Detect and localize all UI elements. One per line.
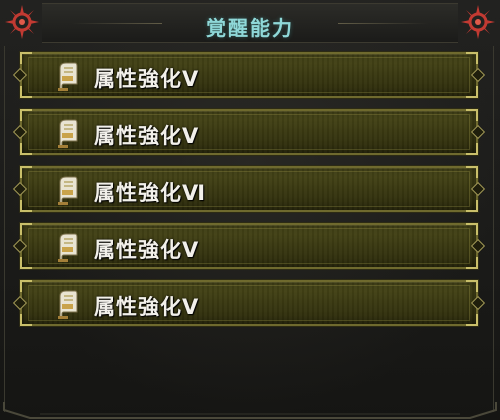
row-corner-ornament bbox=[466, 200, 478, 212]
row-corner-ornament bbox=[466, 52, 478, 64]
row-corner-ornament bbox=[20, 166, 32, 178]
row-corner-ornament bbox=[20, 280, 32, 292]
row-corner-ornament bbox=[466, 86, 478, 98]
sun-emblem-icon bbox=[461, 5, 495, 39]
row-corner-ornament bbox=[466, 166, 478, 178]
skill-row[interactable]: 属性強化Ⅴ bbox=[12, 108, 486, 156]
scroll-icon bbox=[58, 62, 78, 91]
skill-label: 属性強化Ⅴ bbox=[94, 295, 200, 319]
scroll-icon bbox=[58, 119, 78, 148]
skill-label: 属性強化Ⅴ bbox=[94, 238, 200, 262]
bottom-frame-ornament bbox=[3, 402, 497, 419]
skill-label: 属性強化Ⅵ bbox=[94, 181, 207, 205]
row-corner-ornament bbox=[466, 314, 478, 326]
skill-list: 属性強化Ⅴ 属性強化Ⅴ 属性強化Ⅵ 属性強化Ⅴ 属性強化Ⅴ bbox=[12, 51, 486, 337]
scroll-icon bbox=[58, 290, 78, 319]
awakened-abilities-panel: 覚醒能力 属性強化Ⅴ 属性強化Ⅴ 属性強化Ⅵ 属性強化Ⅴ 属性強化Ⅴ bbox=[0, 0, 500, 420]
panel-header: 覚醒能力 bbox=[0, 0, 500, 44]
row-corner-ornament bbox=[20, 314, 32, 326]
skill-label: 属性強化Ⅴ bbox=[94, 67, 200, 91]
skill-row[interactable]: 属性強化Ⅴ bbox=[12, 279, 486, 327]
row-corner-ornament bbox=[20, 109, 32, 121]
row-corner-ornament bbox=[466, 109, 478, 121]
row-corner-ornament bbox=[466, 143, 478, 155]
skill-row[interactable]: 属性強化Ⅴ bbox=[12, 51, 486, 99]
title-bar: 覚醒能力 bbox=[42, 3, 458, 43]
sun-emblem-icon bbox=[5, 5, 39, 39]
skill-row[interactable]: 属性強化Ⅴ bbox=[12, 222, 486, 270]
panel-title: 覚醒能力 bbox=[206, 16, 294, 40]
row-corner-ornament bbox=[466, 280, 478, 292]
row-corner-ornament bbox=[20, 143, 32, 155]
skill-row[interactable]: 属性強化Ⅵ bbox=[12, 165, 486, 213]
row-corner-ornament bbox=[20, 223, 32, 235]
row-corner-ornament bbox=[466, 257, 478, 269]
scroll-icon bbox=[58, 176, 78, 205]
skill-label: 属性強化Ⅴ bbox=[94, 124, 200, 148]
row-corner-ornament bbox=[466, 223, 478, 235]
row-corner-ornament bbox=[20, 86, 32, 98]
scroll-icon bbox=[58, 233, 78, 262]
row-corner-ornament bbox=[20, 200, 32, 212]
row-corner-ornament bbox=[20, 52, 32, 64]
row-corner-ornament bbox=[20, 257, 32, 269]
